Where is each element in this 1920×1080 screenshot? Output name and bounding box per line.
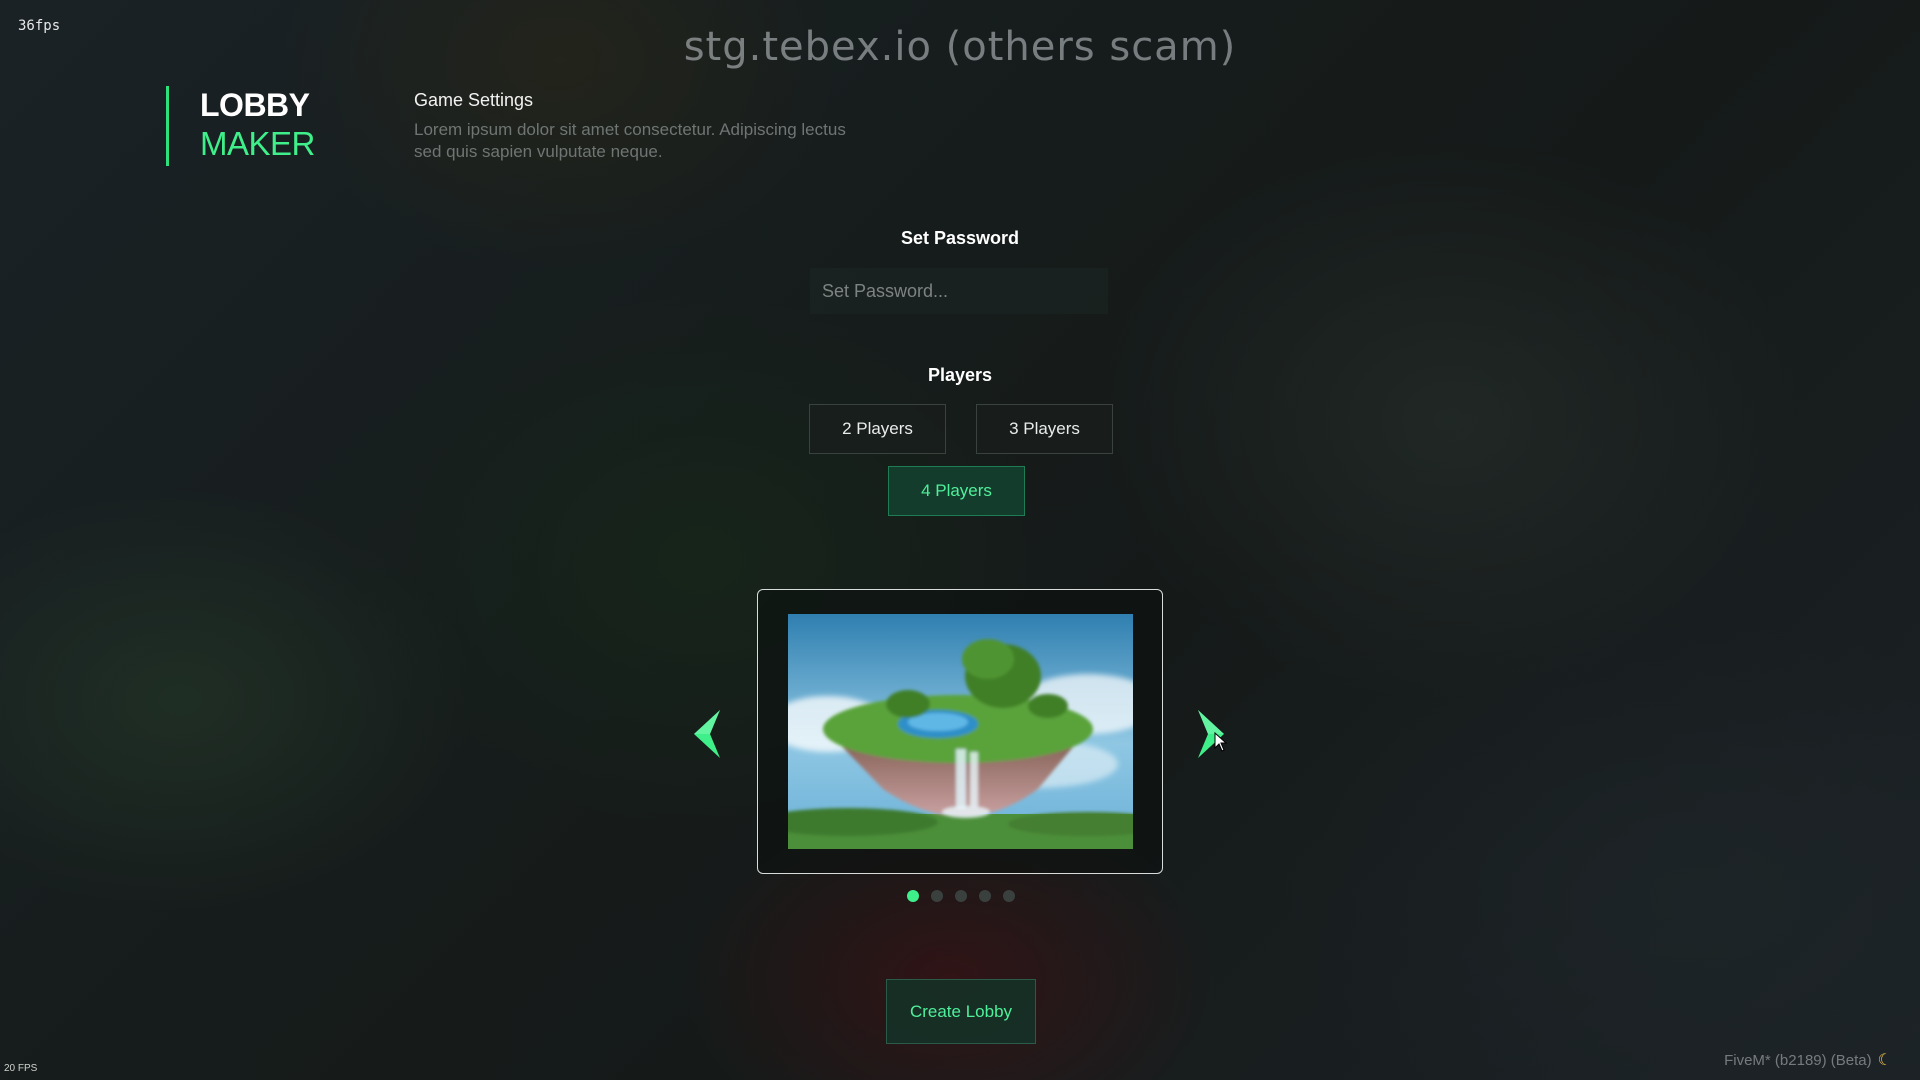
- map-preview-image: [788, 614, 1133, 849]
- moon-icon: ☾: [1877, 1052, 1892, 1069]
- password-input[interactable]: [810, 268, 1108, 314]
- version-text: FiveM* (b2189) (Beta): [1724, 1051, 1872, 1069]
- watermark-text: stg.tebex.io (others scam): [683, 24, 1237, 70]
- settings-description: Lorem ipsum dolor sit amet consectetur. …: [414, 120, 846, 161]
- settings-title: Game Settings: [414, 90, 534, 110]
- settings-header: Game Settings Lorem ipsum dolor sit amet…: [414, 90, 874, 163]
- carousel-dot[interactable]: [1003, 890, 1015, 902]
- players-label: Players: [927, 365, 993, 385]
- fps-counter-bottom: 20 FPS: [4, 1063, 38, 1074]
- carousel-dot[interactable]: [979, 890, 991, 902]
- players-option-4[interactable]: 4 Players: [888, 466, 1025, 516]
- brand-logo: LOBBY MAKER: [166, 86, 315, 166]
- carousel-pagination: [0, 890, 1920, 902]
- carousel-dot[interactable]: [955, 890, 967, 902]
- players-option-2[interactable]: 2 Players: [809, 404, 946, 454]
- players-option-3[interactable]: 3 Players: [976, 404, 1113, 454]
- carousel-dot[interactable]: [931, 890, 943, 902]
- version-info: FiveM* (b2189) (Beta) ☾: [1724, 1050, 1892, 1070]
- chevron-left-icon[interactable]: [692, 708, 722, 760]
- brand-line-1: LOBBY: [200, 87, 310, 123]
- map-carousel: [757, 589, 1163, 874]
- mouse-cursor-icon: [1214, 731, 1228, 752]
- password-label: Set Password: [900, 228, 1020, 248]
- brand-line-2: MAKER: [200, 125, 315, 162]
- carousel-dot[interactable]: [907, 890, 919, 902]
- create-lobby-button[interactable]: Create Lobby: [886, 979, 1036, 1044]
